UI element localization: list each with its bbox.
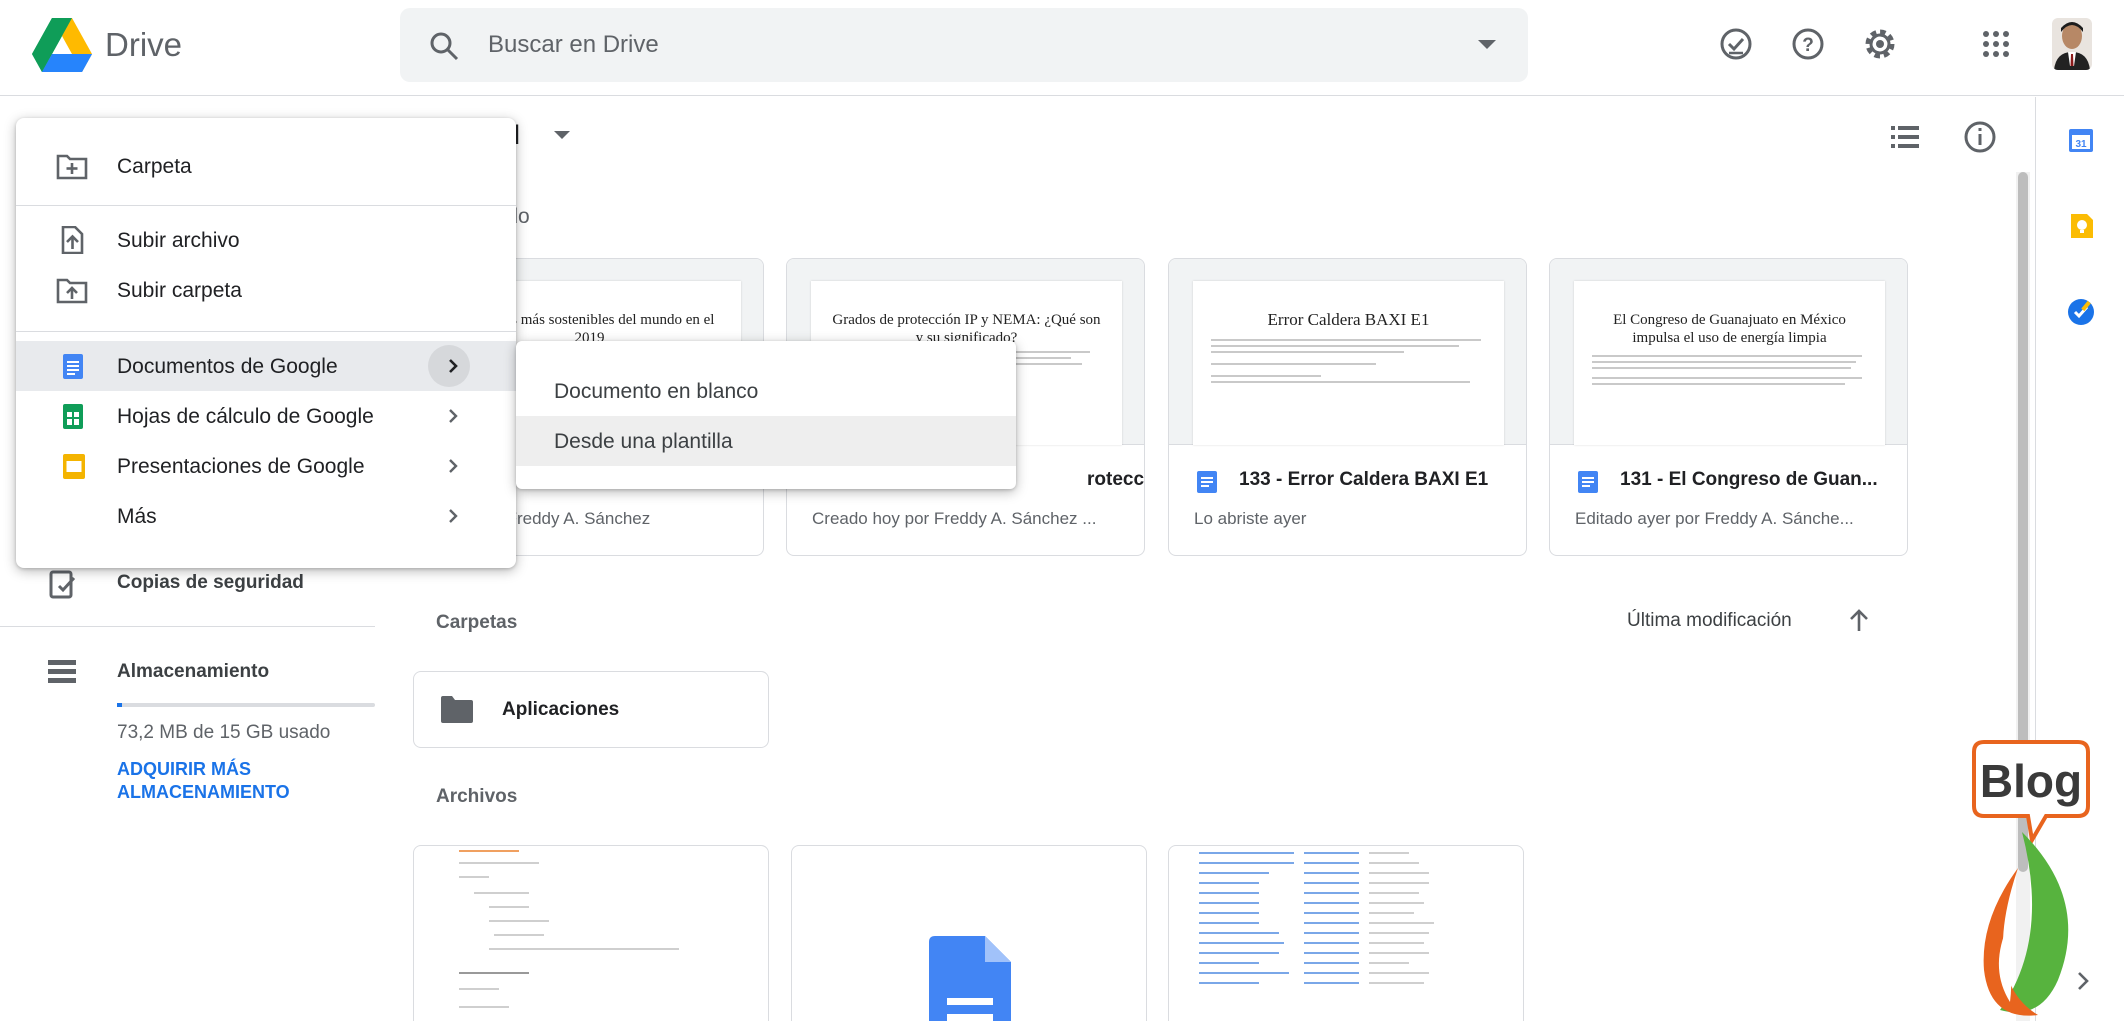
storage-usage-bar xyxy=(117,703,375,707)
menu-item-label: Documentos de Google xyxy=(117,355,338,378)
menu-item-google-docs[interactable]: Documentos de Google xyxy=(16,341,516,391)
files-heading: Archivos xyxy=(436,786,518,807)
menu-item-google-slides[interactable]: Presentaciones de Google xyxy=(16,441,516,491)
sidebar-item-label: Copias de seguridad xyxy=(117,572,304,593)
calendar-icon[interactable]: 31 xyxy=(2067,126,2095,154)
sidebar-item-storage[interactable]: Almacenamiento xyxy=(0,650,375,694)
new-folder-icon xyxy=(56,154,88,180)
svg-text:31: 31 xyxy=(2075,139,2087,150)
sidebar-item-label: Almacenamiento xyxy=(117,661,270,682)
file-preview: Error Caldera BAXI E1 xyxy=(1169,259,1526,445)
submenu-item-label: Desde una plantilla xyxy=(554,430,733,453)
menu-item-more[interactable]: Más xyxy=(16,491,516,541)
svg-text:?: ? xyxy=(1802,35,1814,56)
storage-icon xyxy=(48,660,76,683)
file-item[interactable] xyxy=(413,845,769,1021)
file-preview: El Congreso de Guanajuato en México impu… xyxy=(1550,259,1907,445)
document-thumbnail: Error Caldera BAXI E1 xyxy=(1193,281,1504,445)
google-docs-icon xyxy=(1197,471,1217,493)
card-subtitle: Creado hoy por Freddy A. Sánchez ... xyxy=(812,509,1097,528)
buy-storage-link[interactable]: ADQUIRIR MÁS ALMACENAMIENTO xyxy=(117,758,357,804)
document-thumbnail: El Congreso de Guanajuato en México impu… xyxy=(1574,281,1885,445)
google-docs-submenu: Documento en blanco Desde una plantilla xyxy=(516,341,1016,489)
folders-heading: Carpetas xyxy=(436,612,518,633)
details-info-icon[interactable] xyxy=(1963,120,1997,154)
app-name: Drive xyxy=(105,26,183,63)
google-docs-icon xyxy=(63,354,83,379)
quick-access-card[interactable]: Error Caldera BAXI E1 133 - Error Calder… xyxy=(1168,258,1527,556)
submenu-item-label: Documento en blanco xyxy=(554,380,759,403)
folder-name: Aplicaciones xyxy=(502,699,620,720)
sidebar-divider xyxy=(0,626,375,627)
menu-item-label: Presentaciones de Google xyxy=(117,455,365,478)
search-options-icon[interactable] xyxy=(1478,40,1496,49)
list-view-icon[interactable] xyxy=(1888,120,1922,154)
top-app-bar: Drive ? xyxy=(0,0,2124,96)
menu-item-folder[interactable]: Carpeta xyxy=(16,141,516,191)
blog-watermark-logo: Blog xyxy=(1972,740,2090,1016)
menu-item-label: Más xyxy=(117,505,157,528)
chevron-right-icon xyxy=(449,459,458,473)
new-item-menu: Carpeta Subir archivo Subir carpeta Docu… xyxy=(16,118,516,568)
blog-watermark-text: Blog xyxy=(1980,755,2082,807)
menu-item-upload-file[interactable]: Subir archivo xyxy=(16,215,516,265)
search-input[interactable] xyxy=(488,8,1388,82)
menu-divider xyxy=(16,205,516,206)
menu-item-label: Subir carpeta xyxy=(117,279,242,302)
google-slides-icon xyxy=(63,454,85,479)
submenu-item-blank-document[interactable]: Documento en blanco xyxy=(516,366,1016,416)
menu-item-label: Hojas de cálculo de Google xyxy=(117,405,374,428)
upload-file-icon xyxy=(61,226,84,254)
card-title: 133 - Error Caldera BAXI E1 xyxy=(1239,469,1489,490)
menu-divider xyxy=(16,331,516,332)
avatar[interactable] xyxy=(2052,18,2092,70)
chevron-right-icon xyxy=(449,509,458,523)
file-item[interactable] xyxy=(1168,845,1524,1021)
tasks-icon[interactable] xyxy=(2067,298,2095,326)
title-dropdown-icon[interactable] xyxy=(554,131,570,139)
apps-grid-icon[interactable] xyxy=(1978,26,2014,62)
card-subtitle: Lo abriste ayer xyxy=(1194,509,1307,528)
chevron-right-icon xyxy=(449,409,458,423)
storage-usage-fill xyxy=(117,703,123,707)
offline-check-icon[interactable] xyxy=(1718,26,1754,62)
help-icon[interactable]: ? xyxy=(1790,26,1826,62)
sort-by-button[interactable]: Última modificación xyxy=(1627,610,1792,632)
storage-used-text: 73,2 MB de 15 GB usado xyxy=(117,722,331,743)
quick-access-card[interactable]: El Congreso de Guanajuato en México impu… xyxy=(1549,258,1908,556)
drive-logo-icon[interactable] xyxy=(32,18,92,72)
arrow-up-icon[interactable] xyxy=(1846,608,1872,634)
google-docs-icon xyxy=(929,936,1011,1021)
menu-item-google-sheets[interactable]: Hojas de cálculo de Google xyxy=(16,391,516,441)
keep-icon[interactable] xyxy=(2067,212,2095,240)
preview-title: Error Caldera BAXI E1 xyxy=(1267,310,1430,329)
menu-item-label: Carpeta xyxy=(117,155,192,178)
file-item[interactable] xyxy=(791,845,1147,1021)
card-title: 131 - El Congreso de Guan... xyxy=(1620,469,1878,490)
menu-item-label: Subir archivo xyxy=(117,229,240,252)
preview-title: El Congreso de Guanajuato en México impu… xyxy=(1613,312,1846,346)
search-icon[interactable] xyxy=(428,30,460,62)
gear-icon[interactable] xyxy=(1862,26,1898,62)
submenu-item-from-template[interactable]: Desde una plantilla xyxy=(516,416,1016,466)
menu-item-upload-folder[interactable]: Subir carpeta xyxy=(16,265,516,315)
folder-icon xyxy=(441,696,473,723)
upload-folder-icon xyxy=(56,278,88,304)
search-bar[interactable] xyxy=(400,8,1528,82)
chevron-right-icon xyxy=(449,359,458,373)
folder-item[interactable]: Aplicaciones xyxy=(413,671,769,748)
google-sheets-icon xyxy=(63,404,83,429)
google-docs-icon xyxy=(1578,471,1598,493)
card-title: rotección... xyxy=(1087,469,1145,490)
backup-icon xyxy=(49,570,76,599)
card-subtitle: Editado ayer por Freddy A. Sánche... xyxy=(1575,509,1854,528)
